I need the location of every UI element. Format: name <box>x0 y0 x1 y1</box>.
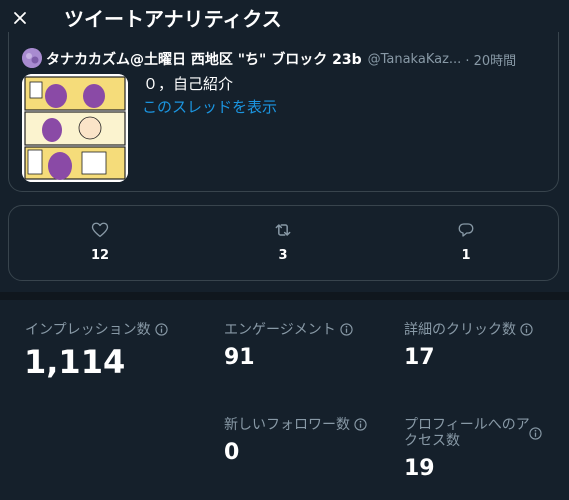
heart-icon <box>91 222 109 238</box>
detail-clicks-label-text: 詳細のクリック数 <box>404 322 516 338</box>
new-followers-label-text: 新しいフォロワー数 <box>224 417 350 433</box>
profile-visits-label-line2: クセス数 <box>404 433 460 449</box>
close-button[interactable] <box>8 6 32 30</box>
impressions-label-text: インプレッション数 <box>25 322 151 338</box>
impressions-value: 1,114 <box>24 343 126 381</box>
show-thread-link[interactable]: このスレッドを表示 <box>142 97 277 117</box>
likes-stat[interactable]: 12 <box>70 220 130 263</box>
retweets-stat[interactable]: 3 <box>253 220 313 263</box>
new-followers-label: 新しいフォロワー数 <box>224 416 367 434</box>
likes-count: 12 <box>90 248 110 263</box>
retweet-icon <box>275 224 291 236</box>
author-handle[interactable]: @TanakaKaz... <box>368 52 462 67</box>
avatar[interactable] <box>22 48 42 68</box>
impressions-label: インプレッション数 <box>25 321 168 339</box>
tweet-author-row: タナカカズム@土曜日 西地区 "ち" ブロック 23b @TanakaKaz..… <box>46 48 551 70</box>
engagements-value: 91 <box>224 345 255 370</box>
tweet-text: ０，自己紹介 <box>143 75 234 93</box>
engagements-label-text: エンゲージメント <box>224 322 336 338</box>
engagements-label: エンゲージメント <box>224 321 353 339</box>
info-icon[interactable] <box>154 323 168 336</box>
detail-clicks-value: 17 <box>404 345 435 370</box>
tweet-timestamp[interactable]: · 20時間 <box>465 50 516 69</box>
info-icon[interactable] <box>520 323 533 336</box>
info-icon[interactable] <box>529 427 542 440</box>
section-divider <box>0 292 569 300</box>
retweets-count: 3 <box>278 248 288 263</box>
page-title: ツイートアナリティクス <box>64 7 282 31</box>
author-name[interactable]: タナカカズム@土曜日 西地区 "ち" ブロック 23b <box>46 49 362 69</box>
replies-stat[interactable]: 1 <box>436 220 496 263</box>
reply-icon <box>458 223 474 237</box>
new-followers-value: 0 <box>224 440 240 465</box>
profile-visits-value: 19 <box>404 456 435 481</box>
tweet-media-thumbnail[interactable] <box>22 74 128 182</box>
info-icon[interactable] <box>340 323 353 336</box>
info-icon[interactable] <box>354 418 367 431</box>
close-icon <box>14 12 26 24</box>
replies-count: 1 <box>461 248 471 263</box>
detail-clicks-label: 詳細のクリック数 <box>404 321 533 339</box>
